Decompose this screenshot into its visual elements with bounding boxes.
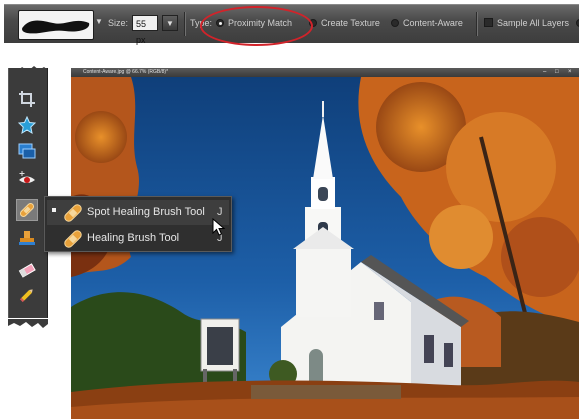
minimize-icon[interactable]: –: [543, 68, 546, 77]
selected-bullet-icon: [52, 208, 56, 212]
pencil-tool[interactable]: [16, 284, 38, 306]
size-label: Size:: [108, 18, 129, 28]
eraser-tool[interactable]: [16, 259, 38, 281]
brush-dropdown-arrow-icon[interactable]: ▼: [95, 17, 103, 26]
maximize-icon[interactable]: □: [555, 68, 559, 77]
mouse-cursor-icon: [212, 218, 226, 236]
crop-icon: [19, 91, 35, 107]
recompose-tool[interactable]: [16, 140, 38, 162]
recompose-icon: [18, 143, 36, 159]
radio-content-aware[interactable]: [391, 19, 399, 27]
healing-tools-flyout: Spot Healing Brush Tool J Healing Brush …: [44, 196, 232, 252]
clone-stamp-icon: [19, 231, 35, 245]
toolbox: [8, 68, 48, 324]
torn-edge-bottom: [8, 318, 48, 330]
shortcut-key: J: [217, 206, 223, 218]
type-option-content-aware[interactable]: Content-Aware: [403, 18, 463, 28]
separator: [184, 12, 185, 36]
pencil-icon: [19, 289, 33, 303]
menu-item-label: Healing Brush Tool: [87, 232, 180, 244]
annotation-highlight-ring: [200, 6, 313, 46]
menu-item-healing-brush[interactable]: Healing Brush Tool J: [47, 226, 229, 251]
type-option-create-texture[interactable]: Create Texture: [321, 18, 380, 28]
healing-brush-icon: [64, 230, 82, 248]
sample-all-layers-checkbox[interactable]: [484, 18, 493, 27]
close-icon[interactable]: ×: [568, 68, 572, 77]
clone-stamp-tool[interactable]: [16, 227, 38, 249]
red-eye-icon: [19, 171, 35, 183]
brush-stroke-icon: [22, 20, 90, 34]
size-slider-button[interactable]: ▼: [162, 15, 178, 31]
spot-healing-brush-icon: [64, 204, 82, 222]
sample-all-layers-label[interactable]: Sample All Layers: [497, 18, 569, 28]
spot-healing-brush-tool[interactable]: [16, 199, 38, 221]
eraser-icon: [18, 263, 36, 278]
spot-healing-brush-icon: [19, 202, 35, 218]
menu-item-label: Spot Healing Brush Tool: [87, 206, 205, 218]
cookie-cutter-tool[interactable]: [16, 114, 38, 136]
size-input[interactable]: 55 px: [132, 15, 158, 45]
brush-preset-picker[interactable]: [18, 10, 94, 40]
separator: [476, 12, 477, 36]
menu-item-spot-healing-brush[interactable]: Spot Healing Brush Tool J: [47, 200, 229, 225]
cookie-cutter-icon: [18, 116, 36, 134]
crop-tool[interactable]: [16, 88, 38, 110]
document-title-bar[interactable]: Content-Aware.jpg @ 66.7% (RGB/8)* – □ ×: [71, 68, 579, 77]
red-eye-tool[interactable]: [16, 168, 38, 190]
document-title: Content-Aware.jpg @ 66.7% (RGB/8)*: [83, 69, 169, 75]
